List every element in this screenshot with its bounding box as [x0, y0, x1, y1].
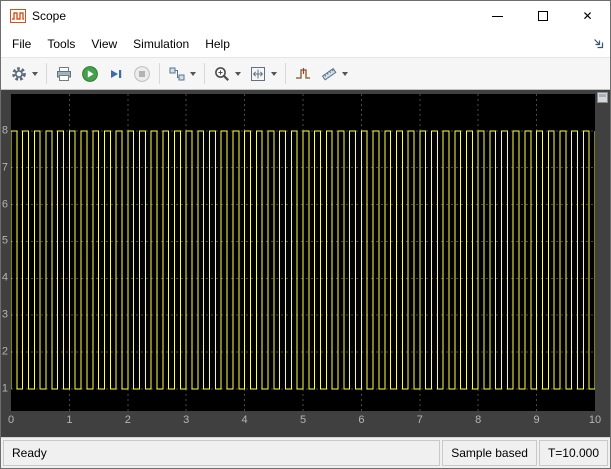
dropdown-arrow-icon[interactable]: [342, 71, 348, 76]
y-tick-label: 5: [1, 234, 8, 247]
maximize-axes-button[interactable]: [597, 92, 608, 103]
stop-icon: [134, 65, 150, 82]
y-tick-label: 1: [1, 382, 8, 395]
x-tick-label: 10: [588, 414, 602, 426]
minimize-icon: [492, 15, 503, 17]
zoom-button[interactable]: [209, 61, 245, 86]
stop-button[interactable]: [129, 61, 155, 86]
menubar: File Tools View Simulation Help: [1, 31, 610, 57]
x-tick-label: 2: [124, 414, 131, 426]
cursor-measurements-icon: [321, 67, 337, 80]
status-sample-mode: Sample based: [442, 440, 537, 466]
scope-app-icon: [10, 9, 26, 23]
magnifier-icon: [215, 66, 229, 81]
dropdown-arrow-icon[interactable]: [32, 71, 38, 76]
x-tick-label: 0: [7, 414, 15, 426]
x-tick-label: 3: [183, 414, 190, 426]
x-tick-label: 7: [416, 414, 423, 426]
minimize-button[interactable]: [475, 1, 520, 31]
settings-button[interactable]: [6, 61, 42, 86]
plot-area: 0 1 2 3 4 5 6 7 8 9 10 1 2 3 4 5 6 7 8: [1, 90, 610, 437]
gear-icon: [12, 66, 26, 81]
toolbar-separator: [159, 63, 160, 84]
maximize-icon: [537, 11, 548, 21]
y-tick-label: 3: [1, 308, 8, 321]
x-tick-label: 5: [299, 414, 307, 426]
menu-item-simulation[interactable]: Simulation: [125, 32, 197, 56]
titlebar: Scope ✕: [1, 1, 610, 31]
menu-item-help[interactable]: Help: [197, 32, 238, 56]
printer-icon: [57, 66, 71, 81]
dock-scope-icon[interactable]: [592, 37, 605, 53]
trigger-button[interactable]: [290, 61, 316, 86]
signal-trace: [11, 130, 595, 390]
dropdown-arrow-icon[interactable]: [235, 71, 241, 76]
x-tick-label: 4: [241, 414, 248, 426]
step-forward-icon: [111, 69, 122, 78]
dropdown-arrow-icon[interactable]: [190, 71, 196, 76]
toolbar-separator: [285, 63, 286, 84]
scope-window: Scope ✕ File Tools View Simulation Help: [0, 0, 611, 469]
status-message: Ready: [3, 440, 441, 466]
y-tick-label: 6: [1, 198, 8, 211]
window-title: Scope: [32, 9, 67, 23]
toolbar-separator: [46, 63, 47, 84]
waveform-svg: [11, 94, 595, 411]
x-tick-label: 1: [66, 414, 73, 426]
x-tick-label: 6: [358, 414, 365, 426]
measurements-button[interactable]: [316, 61, 352, 86]
highlight-block-button[interactable]: [164, 61, 200, 86]
toolbar: [1, 57, 610, 90]
statusbar: Ready Sample based T=10.000: [1, 437, 610, 468]
y-tick-label: 7: [1, 161, 8, 174]
y-tick-label: 8: [1, 124, 8, 137]
close-icon: ✕: [582, 9, 593, 23]
x-tick-label: 9: [533, 414, 540, 426]
run-icon: [82, 65, 98, 82]
menu-item-view[interactable]: View: [83, 32, 125, 56]
menu-item-file[interactable]: File: [4, 32, 39, 56]
fit-to-view-icon: [251, 66, 265, 81]
simulink-blocks-icon: [169, 67, 185, 80]
run-button[interactable]: [77, 61, 103, 86]
toolbar-separator: [204, 63, 205, 84]
close-button[interactable]: ✕: [565, 1, 610, 31]
step-forward-button[interactable]: [103, 61, 129, 86]
x-tick-label: 8: [475, 414, 482, 426]
window-controls: ✕: [475, 1, 610, 31]
fit-to-view-button[interactable]: [245, 61, 281, 86]
menu-item-tools[interactable]: Tools: [39, 32, 83, 56]
status-sim-time: T=10.000: [538, 440, 608, 466]
maximize-button[interactable]: [520, 1, 565, 31]
trigger-icon: [296, 67, 310, 79]
y-tick-label: 2: [1, 345, 8, 358]
dropdown-arrow-icon[interactable]: [271, 71, 277, 76]
print-button[interactable]: [51, 61, 77, 86]
y-tick-label: 4: [1, 271, 8, 284]
plot-canvas[interactable]: [11, 94, 595, 411]
